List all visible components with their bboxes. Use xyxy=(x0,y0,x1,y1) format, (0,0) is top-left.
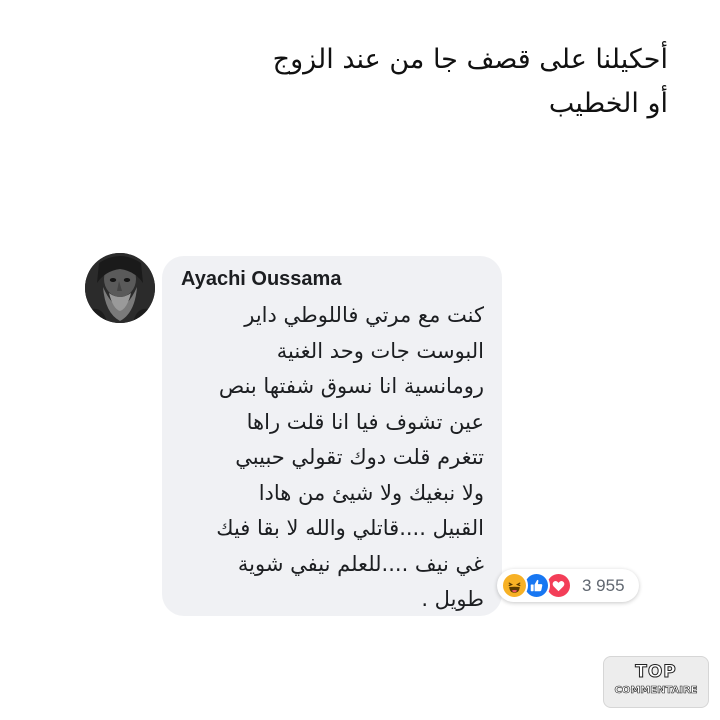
bearded-man-avatar-icon xyxy=(85,253,155,323)
avatar[interactable] xyxy=(85,253,155,323)
comment-text-line: عين تشوف فيا انا قلت راها xyxy=(246,409,484,434)
comment-bubble: Ayachi Oussama كنت مع مرتي فاللوطي داير … xyxy=(162,256,502,616)
reaction-count: 3 955 xyxy=(582,576,625,595)
post-text-line: أحكيلنا على قصف جا من عند الزوج xyxy=(272,44,668,75)
comment-text-line: طويل . xyxy=(421,587,484,611)
comment-text-line: تتغرم قلت دوك تقولي حبيبي xyxy=(235,445,484,469)
comment-author-name[interactable]: Ayachi Oussama xyxy=(181,268,341,291)
reactions-summary[interactable]: 3 955 xyxy=(497,569,639,602)
top-commentaire-logo: TOP COMMENTAIRE xyxy=(603,656,709,708)
comment-text-line: البوست جات وحد الغنية xyxy=(276,338,484,363)
comment-text-line: غي نيف ....للعلم نيفي شوية xyxy=(237,551,484,576)
comment-text-line: رومانسية انا نسوق شفتها بنص xyxy=(218,374,484,398)
post-text-line: أو الخطيب xyxy=(548,88,668,119)
comment-text-line: كنت مع مرتي فاللوطي داير xyxy=(244,303,484,327)
haha-icon xyxy=(501,572,528,599)
comment-text: كنت مع مرتي فاللوطي داير البوست جات وحد … xyxy=(174,298,484,618)
post-text: أحكيلنا على قصف جا من عند الزوج أو الخطي… xyxy=(108,38,668,126)
comment-text-line: ولا نبغيك ولا شيئ من هادا xyxy=(258,480,484,505)
comment-text-line: القبيل ....قاتلي والله لا بقا فيك xyxy=(216,516,484,540)
logo-line-commentaire: COMMENTAIRE xyxy=(614,685,698,697)
logo-line-top: TOP xyxy=(635,662,677,683)
